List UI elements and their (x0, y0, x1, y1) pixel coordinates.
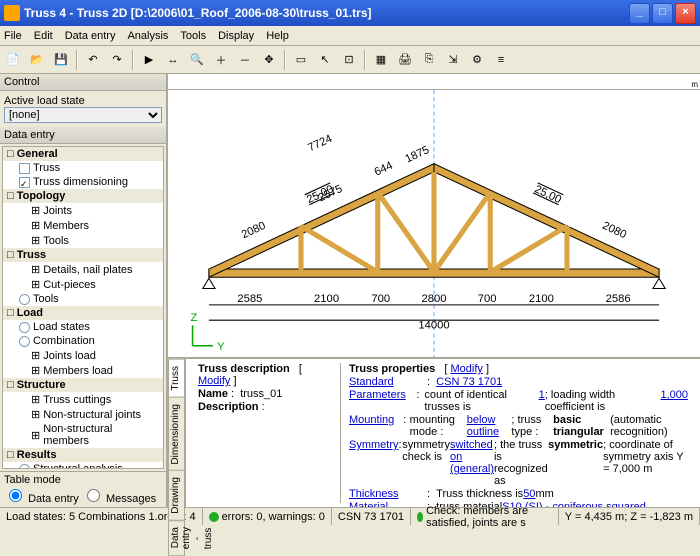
print-icon[interactable]: 🖨 (394, 49, 416, 71)
select-icon[interactable]: ▭ (290, 49, 312, 71)
table-mode-panel: Table mode Data entry Messages (0, 471, 166, 507)
settings-icon[interactable]: ⚙ (466, 49, 488, 71)
close-button[interactable]: × (675, 3, 696, 24)
open-icon[interactable]: 📂 (26, 49, 48, 71)
info-tabs: Truss Dimensioning Drawing Data entry - … (168, 359, 186, 507)
group-load: □ Load (3, 306, 163, 320)
calc-icon[interactable]: ▶ (138, 49, 160, 71)
svg-text:Y: Y (217, 341, 225, 353)
tab-drawing[interactable]: Drawing (168, 470, 185, 521)
copy-icon[interactable]: ⎘ (418, 49, 440, 71)
minimize-button[interactable]: _ (629, 3, 650, 24)
group-structure: □ Structure (3, 378, 163, 392)
toolbar: 📄 📂 💾 ↶ ↷ ▶ ↔ 🔍 ＋ － ✥ ▭ ↖ ⊡ ▦ 🖨 ⎘ ⇲ ⚙ ≡ (0, 46, 700, 74)
menu-file[interactable]: File (4, 30, 22, 42)
pointer-icon[interactable]: ↖ (314, 49, 336, 71)
app-icon (4, 5, 20, 21)
menu-tools[interactable]: Tools (180, 30, 206, 42)
ruler-horizontal: m (168, 74, 700, 90)
check-truss[interactable] (19, 163, 30, 174)
ok-icon (417, 512, 423, 522)
svg-text:700: 700 (371, 293, 390, 305)
svg-text:2575: 2575 (317, 183, 345, 204)
workspace: m (168, 74, 700, 507)
svg-text:644: 644 (373, 160, 395, 179)
radio-data-entry[interactable]: Data entry (4, 493, 79, 505)
svg-text:2100: 2100 (314, 293, 339, 305)
menu-edit[interactable]: Edit (34, 30, 53, 42)
maximize-button[interactable]: □ (652, 3, 673, 24)
new-icon[interactable]: 📄 (2, 49, 24, 71)
data-entry-tree[interactable]: □ General Truss Truss dimensioning □ Top… (2, 146, 164, 469)
title-bar: Truss 4 - Truss 2D [D:\2006\01_Roof_2006… (0, 0, 700, 26)
modify-desc[interactable]: Modify (198, 375, 230, 387)
menu-data-entry[interactable]: Data entry (65, 30, 116, 42)
window-title: Truss 4 - Truss 2D [D:\2006\01_Roof_2006… (24, 6, 627, 20)
svg-text:2080: 2080 (240, 220, 268, 241)
svg-text:2100: 2100 (529, 293, 554, 305)
control-title: Control (0, 74, 166, 91)
svg-text:1875: 1875 (403, 144, 431, 165)
check-dimensioning[interactable] (19, 177, 30, 188)
zoom-in-icon[interactable]: ＋ (210, 49, 232, 71)
zoom-window-icon[interactable]: 🔍 (186, 49, 208, 71)
data-entry-label: Data entry (0, 127, 166, 144)
undo-icon[interactable]: ↶ (82, 49, 104, 71)
svg-text:14000: 14000 (418, 319, 449, 331)
info-panel: Truss Dimensioning Drawing Data entry - … (168, 357, 700, 507)
save-icon[interactable]: 💾 (50, 49, 72, 71)
svg-text:2800: 2800 (421, 293, 446, 305)
ok-icon (209, 512, 219, 522)
radio-messages[interactable]: Messages (82, 493, 156, 505)
tab-truss[interactable]: Truss (168, 359, 185, 398)
svg-text:25,00: 25,00 (533, 183, 564, 206)
grid-icon[interactable]: ▦ (370, 49, 392, 71)
menu-analysis[interactable]: Analysis (127, 30, 168, 42)
layers-icon[interactable]: ≡ (490, 49, 512, 71)
tab-data-entry-truss[interactable]: Data entry - truss (168, 520, 185, 556)
menu-help[interactable]: Help (266, 30, 289, 42)
svg-text:Z: Z (191, 312, 198, 324)
status-bar: Load states: 5 Combinations 1.order: 4 e… (0, 507, 700, 525)
load-state-select[interactable]: [none] (4, 107, 162, 123)
svg-text:2080: 2080 (600, 220, 628, 241)
svg-text:700: 700 (478, 293, 497, 305)
zoom-fit-icon[interactable]: ↔ (162, 49, 184, 71)
redo-icon[interactable]: ↷ (106, 49, 128, 71)
tab-dimensioning[interactable]: Dimensioning (168, 397, 185, 472)
svg-text:2585: 2585 (237, 293, 262, 305)
pan-icon[interactable]: ✥ (258, 49, 280, 71)
svg-text:2586: 2586 (606, 293, 631, 305)
info-content: Truss description [ Modify ] Name : trus… (186, 359, 700, 507)
group-topology: □ Topology (3, 189, 163, 203)
snap-icon[interactable]: ⊡ (338, 49, 360, 71)
export-icon[interactable]: ⇲ (442, 49, 464, 71)
main-area: Control Active load state [none] Data en… (0, 74, 700, 507)
load-state-label: Active load state (4, 95, 162, 107)
svg-text:7724: 7724 (306, 133, 334, 154)
group-general: □ General (3, 147, 163, 161)
control-panel: Control Active load state [none] Data en… (0, 74, 168, 507)
modify-props[interactable]: Modify (450, 363, 482, 375)
truss-drawing: 14000 2585 2100 700 2800 700 2100 2586 2… (168, 90, 700, 357)
group-truss: □ Truss (3, 248, 163, 262)
zoom-out-icon[interactable]: － (234, 49, 256, 71)
menu-display[interactable]: Display (218, 30, 254, 42)
drawing-canvas[interactable]: 14000 2585 2100 700 2800 700 2100 2586 2… (168, 90, 700, 357)
group-results: □ Results (3, 448, 163, 462)
menu-bar: File Edit Data entry Analysis Tools Disp… (0, 26, 700, 46)
